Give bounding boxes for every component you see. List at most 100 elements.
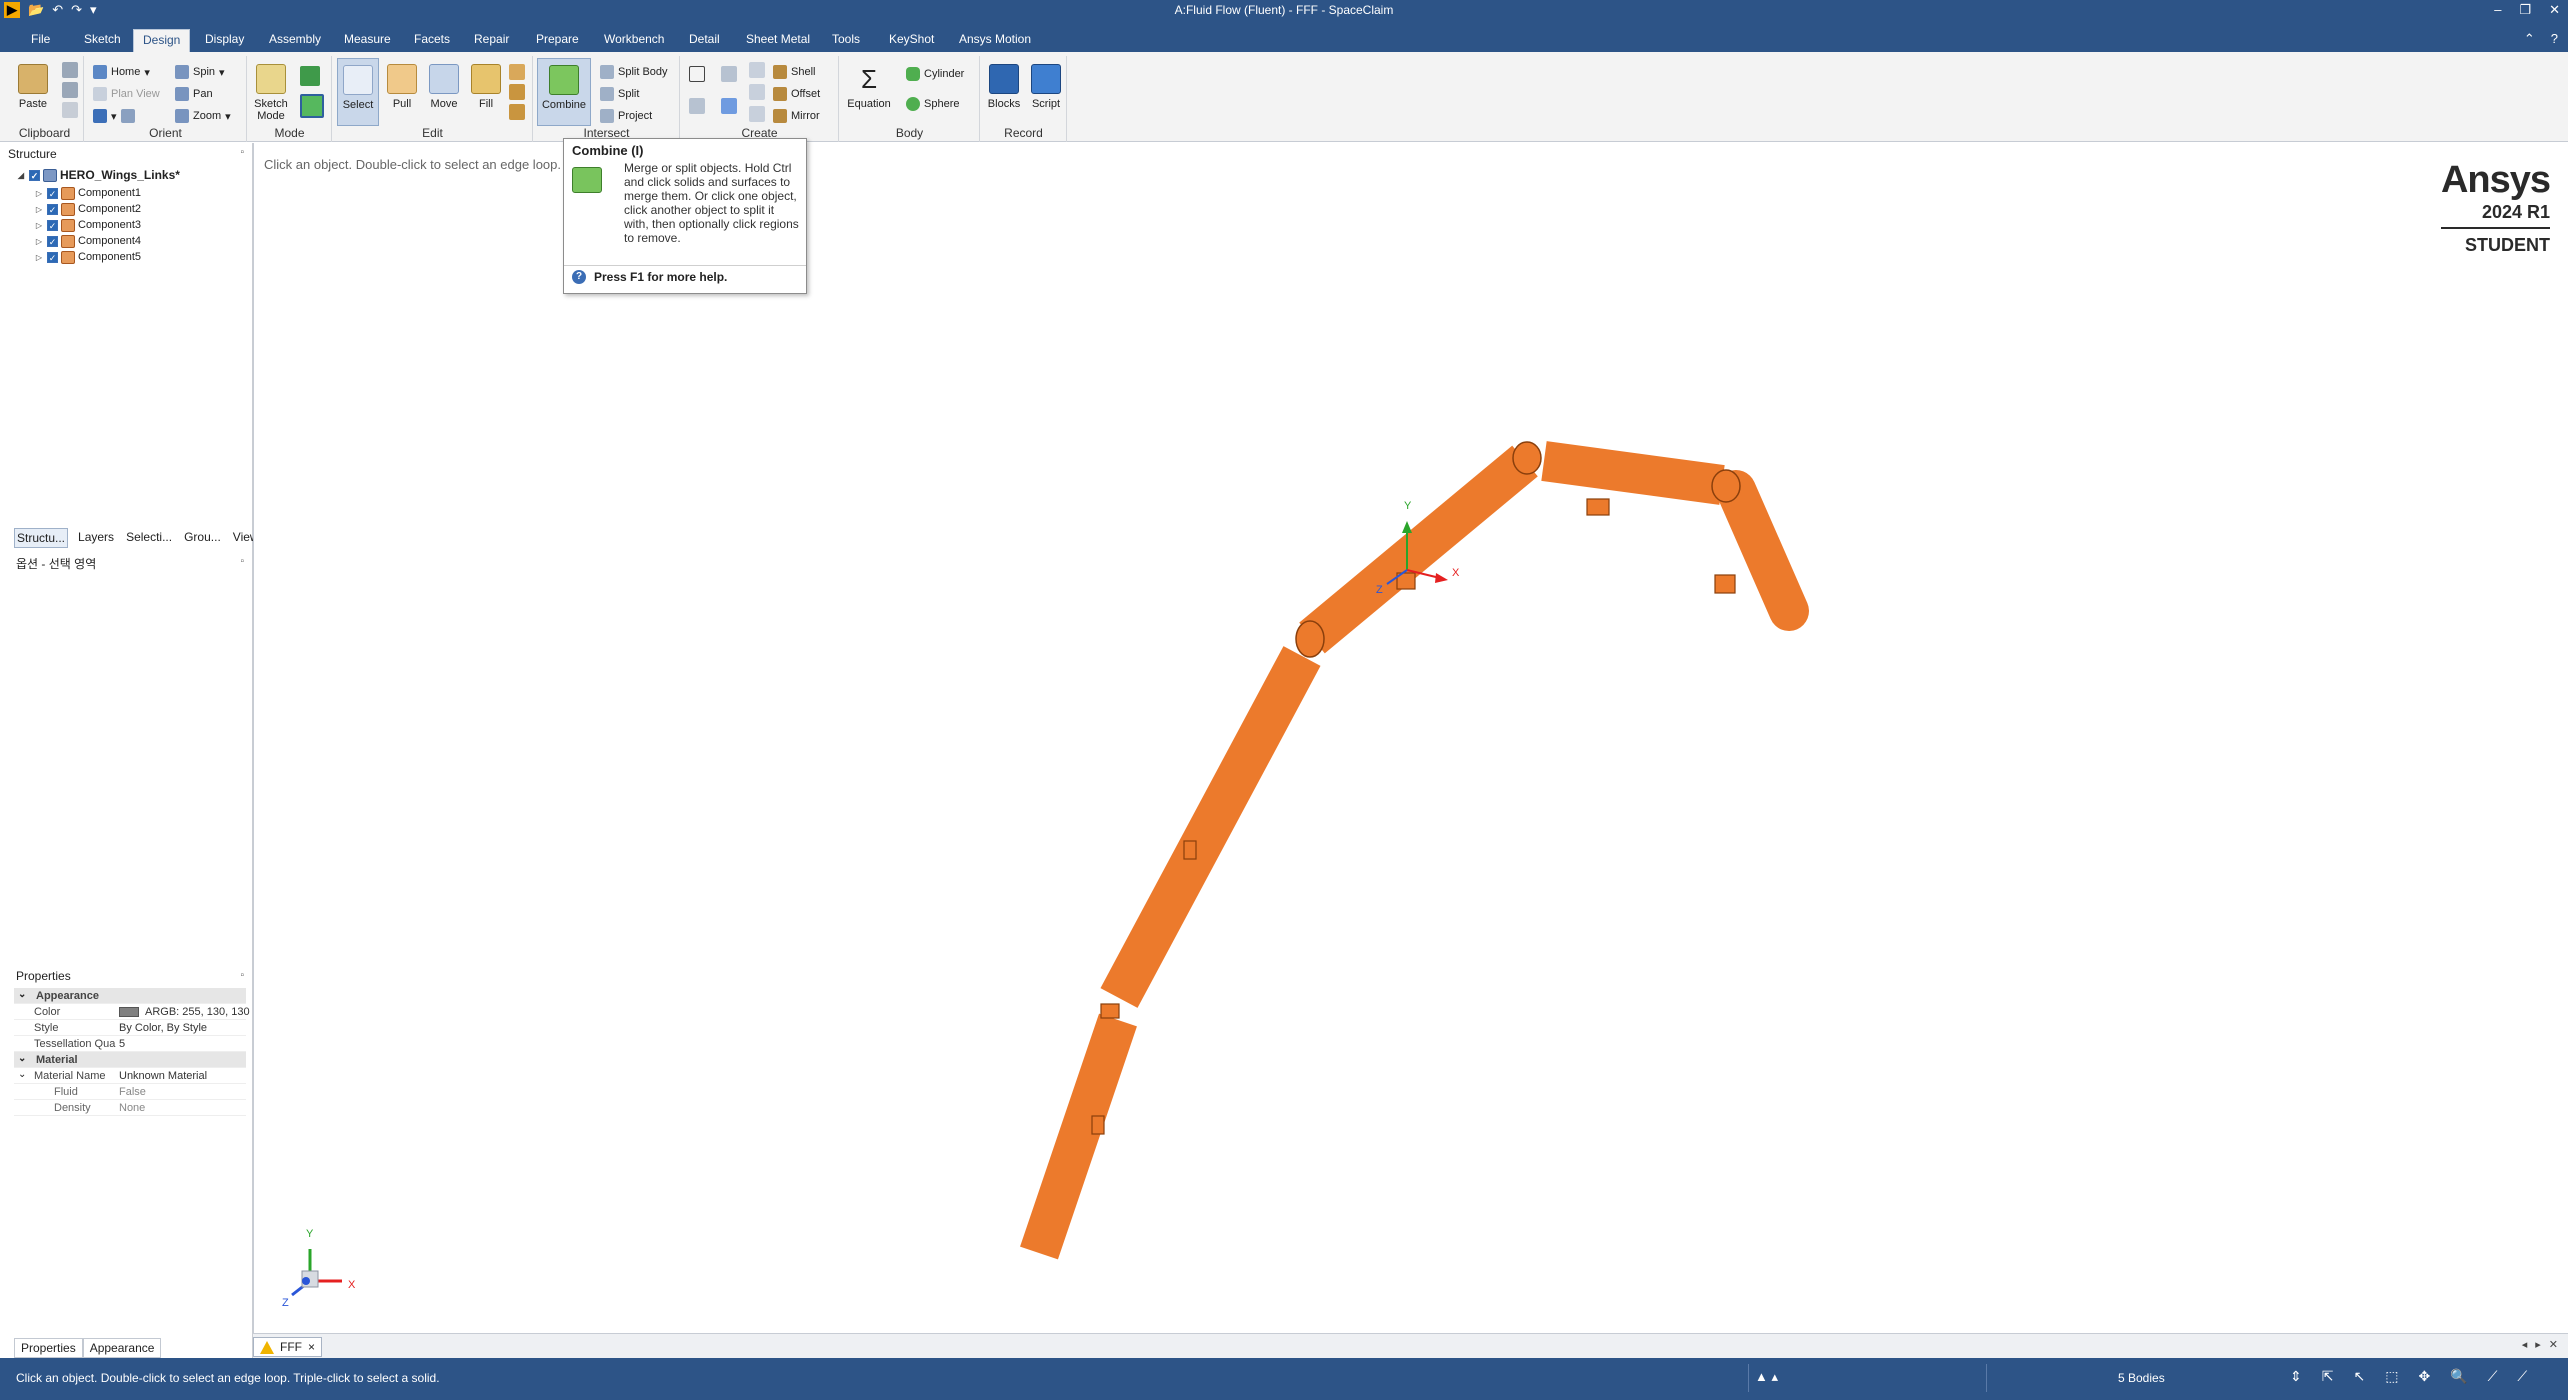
tab-detail[interactable]: Detail <box>680 29 729 52</box>
edit-extra-icon-2[interactable] <box>509 84 525 100</box>
help-icon[interactable]: ? <box>2551 31 2558 47</box>
expand-icon[interactable]: ▷ <box>34 253 44 262</box>
tab-appearance[interactable]: Appearance <box>82 1338 162 1358</box>
tab-layers[interactable]: Layers <box>76 528 116 548</box>
fill-button[interactable]: Fill <box>465 58 507 122</box>
sphere-button[interactable]: Sphere <box>906 94 959 114</box>
visibility-checkbox[interactable]: ✓ <box>29 169 40 181</box>
spin-button[interactable]: Spin ▾ <box>175 62 225 82</box>
line-icon[interactable] <box>689 98 705 114</box>
visibility-checkbox[interactable]: ✓ <box>47 203 58 215</box>
zoom-view-icon[interactable]: 🔍 <box>2450 1368 2467 1385</box>
script-button[interactable]: Script <box>1025 58 1067 122</box>
graphics-viewport[interactable]: Click an object. Double-click to select … <box>253 143 2568 1333</box>
tree-item-component1[interactable]: ▷ ✓ Component1 <box>34 185 141 201</box>
project-button[interactable]: Project <box>600 106 652 126</box>
plan-view-button[interactable]: Plan View <box>93 84 160 104</box>
property-style[interactable]: Style By Color, By Style <box>14 1020 246 1036</box>
tab-selection[interactable]: Selecti... <box>124 528 174 548</box>
format-painter-icon[interactable] <box>62 102 78 118</box>
offset-button[interactable]: Offset <box>773 84 820 104</box>
more-tools-icon[interactable]: ⟋ <box>2517 1368 2527 1385</box>
pipe-model[interactable] <box>1020 441 1809 1260</box>
property-tessellation[interactable]: Tessellation Qua 5 <box>14 1036 246 1052</box>
pin-icon[interactable]: ▫ <box>240 556 244 567</box>
tab-groups[interactable]: Grou... <box>182 528 223 548</box>
expand-icon[interactable]: ▷ <box>34 205 44 214</box>
create-icon-b[interactable] <box>749 84 765 100</box>
select-button[interactable]: Select <box>337 58 379 126</box>
paste-button[interactable]: Paste <box>12 58 54 122</box>
move-button[interactable]: Move <box>423 58 465 122</box>
pan-button[interactable]: Pan <box>175 84 213 104</box>
box-select-icon[interactable]: ⬚ <box>2385 1368 2398 1385</box>
blocks-button[interactable]: Blocks <box>983 58 1025 122</box>
create-icon-a[interactable] <box>749 62 765 78</box>
minimize-button[interactable]: – <box>2494 2 2501 18</box>
expand-icon[interactable]: ▷ <box>34 189 44 198</box>
tab-sketch[interactable]: Sketch <box>75 29 130 52</box>
section-mode-icon[interactable] <box>300 66 320 86</box>
visibility-checkbox[interactable]: ✓ <box>47 251 58 263</box>
edit-extra-icon-1[interactable] <box>509 64 525 80</box>
property-color[interactable]: Color ARGB: 255, 130, 130 <box>14 1004 250 1020</box>
tab-file[interactable]: File <box>22 29 59 52</box>
3d-mode-icon[interactable] <box>300 94 324 118</box>
tab-ansys-motion[interactable]: Ansys Motion <box>950 29 1040 52</box>
tab-next-icon[interactable]: ▸ <box>2535 1338 2541 1351</box>
warning-indicator-icon[interactable]: ▲ ▴ <box>1755 1369 1778 1385</box>
pull-button[interactable]: Pull <box>381 58 423 122</box>
view-cube-button[interactable]: ▾ <box>93 106 135 126</box>
doc-tab-close-icon[interactable]: × <box>308 1340 315 1354</box>
edit-extra-icon-3[interactable] <box>509 104 525 120</box>
property-fluid[interactable]: Fluid False <box>14 1084 246 1100</box>
create-icon-c[interactable] <box>749 106 765 122</box>
sketch-mode-button[interactable]: Sketch Mode <box>250 58 292 128</box>
equation-button[interactable]: Σ Equation <box>844 58 894 122</box>
tab-assembly[interactable]: Assembly <box>260 29 330 52</box>
selection-filter-icon[interactable]: ⇕ <box>2290 1368 2302 1385</box>
pin-icon[interactable]: ▫ <box>240 970 244 981</box>
combine-button[interactable]: Combine <box>537 58 591 126</box>
split-button[interactable]: Split <box>600 84 639 104</box>
tab-sheet-metal[interactable]: Sheet Metal <box>737 29 819 52</box>
visibility-checkbox[interactable]: ✓ <box>47 219 58 231</box>
tab-measure[interactable]: Measure <box>335 29 400 52</box>
visibility-checkbox[interactable]: ✓ <box>47 187 58 199</box>
pin-icon[interactable]: ▫ <box>240 147 244 158</box>
close-button[interactable]: ✕ <box>2549 2 2560 18</box>
tree-item-component5[interactable]: ▷ ✓ Component5 <box>34 249 141 265</box>
tab-workbench[interactable]: Workbench <box>595 29 673 52</box>
mirror-button[interactable]: Mirror <box>773 106 820 126</box>
model-canvas[interactable]: Y X Z Y X Z <box>254 143 2568 1333</box>
tab-design[interactable]: Design <box>133 29 191 52</box>
tree-root[interactable]: ◢ ✓ HERO_Wings_Links* <box>16 167 180 183</box>
home-button[interactable]: Home ▾ <box>93 62 150 82</box>
pointer-icon[interactable]: ↖ <box>2353 1368 2365 1385</box>
tab-keyshot[interactable]: KeyShot <box>880 29 943 52</box>
tab-prev-icon[interactable]: ◂ <box>2522 1338 2528 1351</box>
move-view-icon[interactable]: ✥ <box>2418 1368 2430 1385</box>
shell-button[interactable]: Shell <box>773 62 815 82</box>
cylinder-button[interactable]: Cylinder <box>906 64 964 84</box>
tab-properties[interactable]: Properties <box>14 1338 83 1358</box>
cut-icon[interactable] <box>62 62 78 78</box>
split-body-button[interactable]: Split Body <box>600 62 668 82</box>
collapse-ribbon-icon[interactable]: ⌃ <box>2524 31 2535 47</box>
expand-icon[interactable]: ▷ <box>34 237 44 246</box>
tab-structure[interactable]: Structu... <box>14 528 69 548</box>
measure-icon[interactable]: ⟋ <box>2488 1368 2498 1385</box>
restore-button[interactable]: ❐ <box>2519 2 2531 18</box>
doc-tab-fff[interactable]: FFF × <box>253 1337 323 1357</box>
tree-item-component3[interactable]: ▷ ✓ Component3 <box>34 217 141 233</box>
property-material-name[interactable]: ⌄ Material Name Unknown Material <box>14 1068 246 1084</box>
tree-item-component2[interactable]: ▷ ✓ Component2 <box>34 201 141 217</box>
copy-icon[interactable] <box>62 82 78 98</box>
rectangle-icon[interactable] <box>689 66 705 82</box>
zoom-button[interactable]: Zoom ▾ <box>175 106 231 126</box>
axis-icon[interactable] <box>721 98 737 114</box>
visibility-checkbox[interactable]: ✓ <box>47 235 58 247</box>
tab-display[interactable]: Display <box>196 29 253 52</box>
tree-item-component4[interactable]: ▷ ✓ Component4 <box>34 233 141 249</box>
collapse-icon[interactable]: ◢ <box>16 171 26 180</box>
